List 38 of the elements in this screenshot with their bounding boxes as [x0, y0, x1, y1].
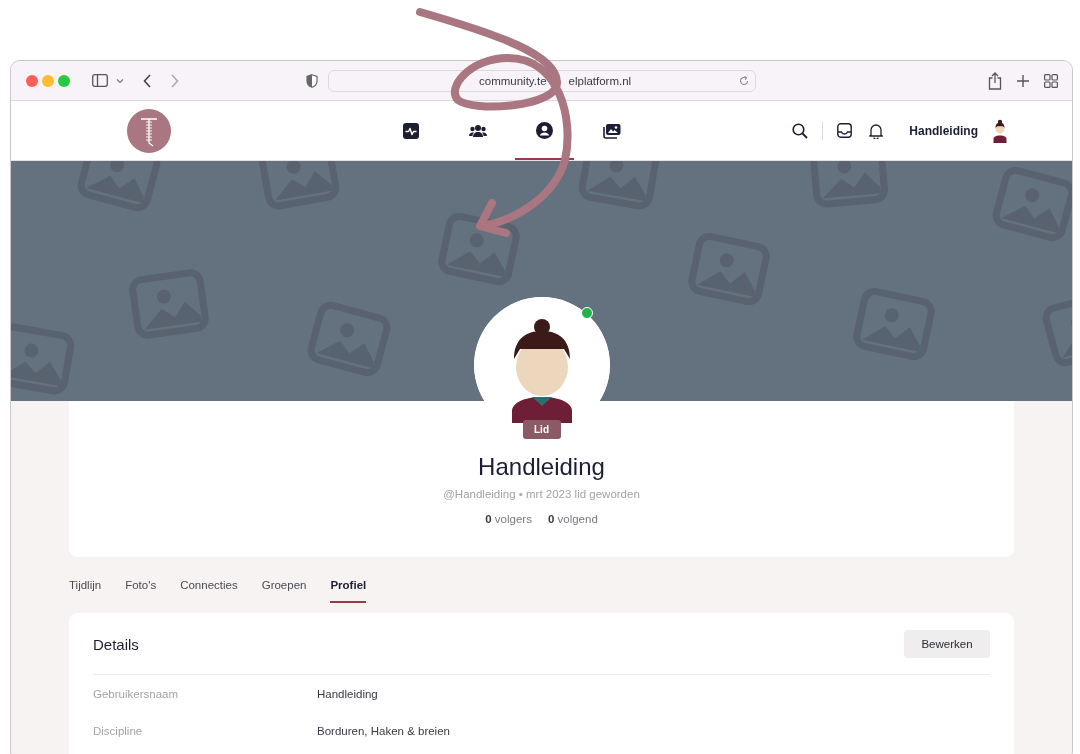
search-icon[interactable]	[792, 122, 809, 139]
profile-tab[interactable]: Connecties	[180, 579, 238, 603]
avatar-icon[interactable]	[992, 118, 1008, 143]
user-icon	[536, 122, 553, 139]
followers-count[interactable]: 0 volgers	[485, 513, 532, 525]
bell-icon[interactable]	[869, 122, 884, 139]
inbox-icon[interactable]	[837, 123, 853, 138]
field-label: Discipline	[93, 724, 144, 737]
profile-tab[interactable]: Tijdlijn	[69, 579, 102, 603]
field-value: Handleiding	[317, 687, 378, 700]
group-icon	[468, 123, 487, 138]
shield-icon[interactable]	[306, 73, 318, 88]
profile-tab[interactable]: Groepen	[261, 579, 307, 603]
tab-overview-icon[interactable]	[1044, 73, 1058, 88]
section-title: Details	[93, 635, 139, 653]
profile-tab[interactable]: Profiel	[330, 579, 367, 603]
address-bar[interactable]: community.te elplatform.nl	[328, 69, 756, 92]
url-text: community.te	[479, 74, 547, 87]
logo[interactable]	[127, 108, 171, 153]
user-name[interactable]: Handleiding	[909, 123, 978, 138]
back-icon[interactable]	[143, 73, 151, 88]
profile-subtitle: @Handleiding • mrt 2023 lid geworden	[443, 488, 640, 500]
edit-button[interactable]: Bewerken	[904, 630, 990, 658]
following-count[interactable]: 0 volgend	[547, 513, 598, 525]
role-badge: Lid	[522, 420, 561, 439]
new-tab-icon[interactable]	[1016, 73, 1030, 88]
field-value: Borduren, Haken & breien	[317, 724, 450, 737]
sidebar-icon[interactable]	[92, 74, 108, 87]
profile-tab[interactable]: Foto's	[125, 579, 157, 603]
field-label: Gebruikersnaam	[93, 687, 179, 700]
photos-icon	[602, 122, 621, 139]
share-icon[interactable]	[988, 71, 1002, 90]
close-button[interactable]	[26, 74, 38, 87]
reload-icon[interactable]	[739, 75, 749, 86]
url-text: elplatform.nl	[568, 74, 632, 87]
chevron-down-icon[interactable]	[116, 77, 124, 84]
activity-icon	[402, 122, 419, 139]
profile-name: Handleiding	[478, 453, 605, 481]
